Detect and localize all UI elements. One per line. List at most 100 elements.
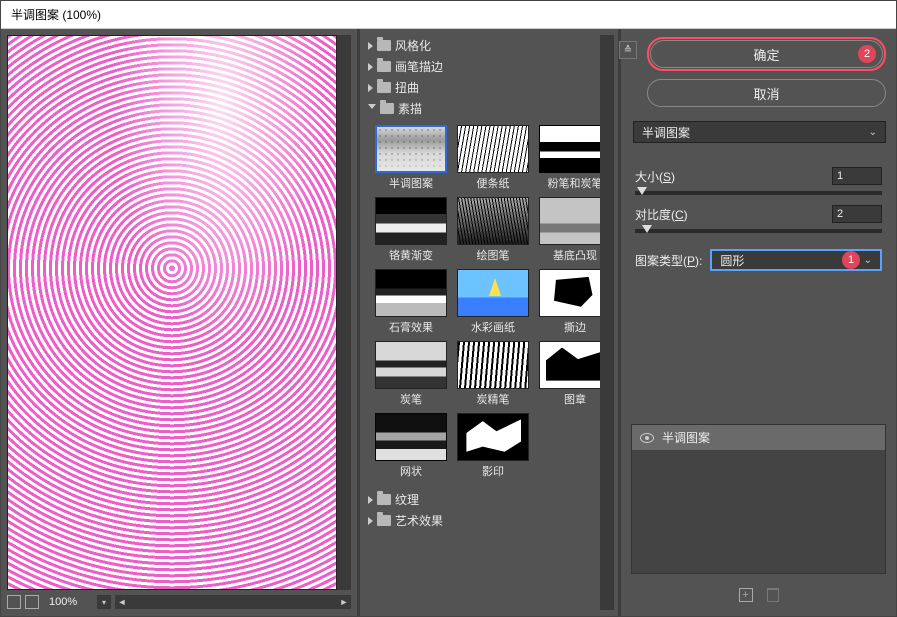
filter-thumb-stamp[interactable]: 图章: [538, 341, 600, 407]
filter-thumb-image: [375, 269, 447, 317]
filter-thumb-image: [375, 125, 447, 173]
filter-thumb-image: [457, 413, 529, 461]
filter-thumb-chalk[interactable]: 粉笔和炭笔: [538, 125, 600, 191]
filter-thumb-label: 半调图案: [389, 175, 433, 191]
filter-tree: 风格化 画笔描边 扭曲 素描 半调图案 便条纸 粉笔和炭笔铬黄渐变 绘图笔 基底凸现石膏…: [364, 35, 600, 610]
filter-thumb-label: 网状: [400, 463, 422, 479]
effect-layer-row[interactable]: 半调图案: [632, 425, 885, 450]
filter-thumb-image: [539, 269, 600, 317]
category-label: 风格化: [395, 37, 431, 54]
preview-scrollbar-vertical[interactable]: [337, 35, 351, 590]
filter-thumb-chrome[interactable]: 铬黄渐变: [374, 197, 448, 263]
filter-thumb-notepaper[interactable]: 便条纸: [456, 125, 530, 191]
filter-thumb-charcoal[interactable]: 炭笔: [374, 341, 448, 407]
filter-thumb-water[interactable]: 水彩画纸: [456, 269, 530, 335]
filter-thumb-image: [457, 197, 529, 245]
preview-scrollbar-horizontal[interactable]: ◄ ►: [115, 595, 351, 609]
filter-thumb-label: 图章: [564, 391, 586, 407]
preview-image[interactable]: [7, 35, 337, 590]
category-label: 纹理: [395, 491, 419, 508]
scroll-right-icon[interactable]: ►: [337, 595, 351, 609]
slider-knob[interactable]: [642, 225, 652, 233]
filter-thumb-label: 粉笔和炭笔: [548, 175, 601, 191]
size-input[interactable]: [832, 167, 882, 185]
visibility-eye-icon[interactable]: [640, 433, 654, 443]
double-chevron-up-icon: ≙: [624, 45, 632, 56]
effect-layers-empty: [632, 450, 885, 573]
filter-thumb-graphic[interactable]: 绘图笔: [456, 197, 530, 263]
category-texture[interactable]: 纹理: [364, 489, 600, 510]
filter-thumb-image: [457, 125, 529, 173]
filter-thumb-label: 铬黄渐变: [389, 247, 433, 263]
folder-icon: [380, 103, 394, 114]
ok-button[interactable]: 确定 2: [650, 40, 883, 68]
filter-thumb-label: 石膏效果: [389, 319, 433, 335]
filter-thumb-label: 水彩画纸: [471, 319, 515, 335]
filter-thumb-label: 绘图笔: [477, 247, 510, 263]
ok-button-highlight: 确定 2: [647, 37, 886, 71]
filter-thumb-halftone[interactable]: 半调图案: [374, 125, 448, 191]
fit-view-toggle[interactable]: [7, 595, 21, 609]
filter-panel: 风格化 画笔描边 扭曲 素描 半调图案 便条纸 粉笔和炭笔铬黄渐变 绘图笔 基底凸现石膏…: [360, 29, 618, 616]
step-badge-1: 1: [842, 251, 860, 269]
triangle-right-icon: [368, 42, 373, 50]
ok-button-label: 确定: [753, 45, 779, 64]
category-distort[interactable]: 扭曲: [364, 77, 600, 98]
step-badge-2: 2: [858, 45, 876, 63]
actual-pixels-toggle[interactable]: [25, 595, 39, 609]
folder-icon: [377, 61, 391, 72]
filter-thumb-label: 影印: [482, 463, 504, 479]
pattern-type-select[interactable]: 圆形 1 ⌄: [710, 249, 882, 271]
filter-thumb-plaster[interactable]: 石膏效果: [374, 269, 448, 335]
filter-thumb-label: 便条纸: [477, 175, 510, 191]
filter-thumb-retic[interactable]: 网状: [374, 413, 448, 479]
new-effect-layer-icon[interactable]: [739, 588, 753, 602]
triangle-right-icon: [368, 63, 373, 71]
triangle-right-icon: [368, 84, 373, 92]
filter-thumb-image: [539, 125, 600, 173]
window-title: 半调图案 (100%): [11, 6, 101, 23]
folder-icon: [377, 494, 391, 505]
filter-thumb-conte[interactable]: 炭精笔: [456, 341, 530, 407]
collapse-settings-button[interactable]: ≙: [619, 41, 637, 59]
filter-thumb-image: [375, 413, 447, 461]
zoom-dropdown[interactable]: ▾: [97, 595, 111, 609]
triangle-down-icon: [368, 104, 376, 113]
cancel-button-label: 取消: [753, 84, 779, 103]
cancel-button[interactable]: 取消: [647, 79, 886, 107]
filter-thumb-photocopy[interactable]: 影印: [456, 413, 530, 479]
contrast-input[interactable]: [832, 205, 882, 223]
category-label: 扭曲: [395, 79, 419, 96]
size-label: 大小(S): [635, 168, 675, 185]
category-label: 画笔描边: [395, 58, 443, 75]
pattern-type-value: 圆形: [720, 252, 744, 269]
contrast-label: 对比度(C): [635, 206, 688, 223]
filter-thumb-image: [539, 197, 600, 245]
category-artistic[interactable]: 艺术效果: [364, 510, 600, 531]
filter-select[interactable]: 半调图案 ⌄: [633, 121, 886, 143]
filter-thumb-torn[interactable]: 撕边: [538, 269, 600, 335]
size-slider[interactable]: [635, 191, 882, 195]
folder-icon: [377, 515, 391, 526]
effect-layer-label: 半调图案: [662, 429, 710, 446]
category-brush-strokes[interactable]: 画笔描边: [364, 56, 600, 77]
filter-scrollbar-vertical[interactable]: [600, 35, 614, 610]
delete-effect-layer-icon[interactable]: [767, 588, 779, 602]
chevron-down-icon: ⌄: [869, 127, 877, 138]
filter-select-value: 半调图案: [642, 124, 690, 141]
folder-icon: [377, 82, 391, 93]
preview-panel: 100% ▾ ◄ ►: [1, 29, 357, 616]
slider-knob[interactable]: [637, 187, 647, 195]
category-label: 艺术效果: [395, 512, 443, 529]
triangle-right-icon: [368, 517, 373, 525]
filter-thumb-label: 撕边: [564, 319, 586, 335]
filter-thumb-label: 基底凸现: [553, 247, 597, 263]
category-sketch[interactable]: 素描: [364, 98, 600, 119]
filter-thumb-image: [457, 269, 529, 317]
scroll-left-icon[interactable]: ◄: [115, 595, 129, 609]
filter-thumb-bas[interactable]: 基底凸现: [538, 197, 600, 263]
category-stylize[interactable]: 风格化: [364, 35, 600, 56]
zoom-percentage[interactable]: 100%: [43, 596, 93, 608]
contrast-slider[interactable]: [635, 229, 882, 233]
window-titlebar: 半调图案 (100%): [1, 1, 896, 29]
